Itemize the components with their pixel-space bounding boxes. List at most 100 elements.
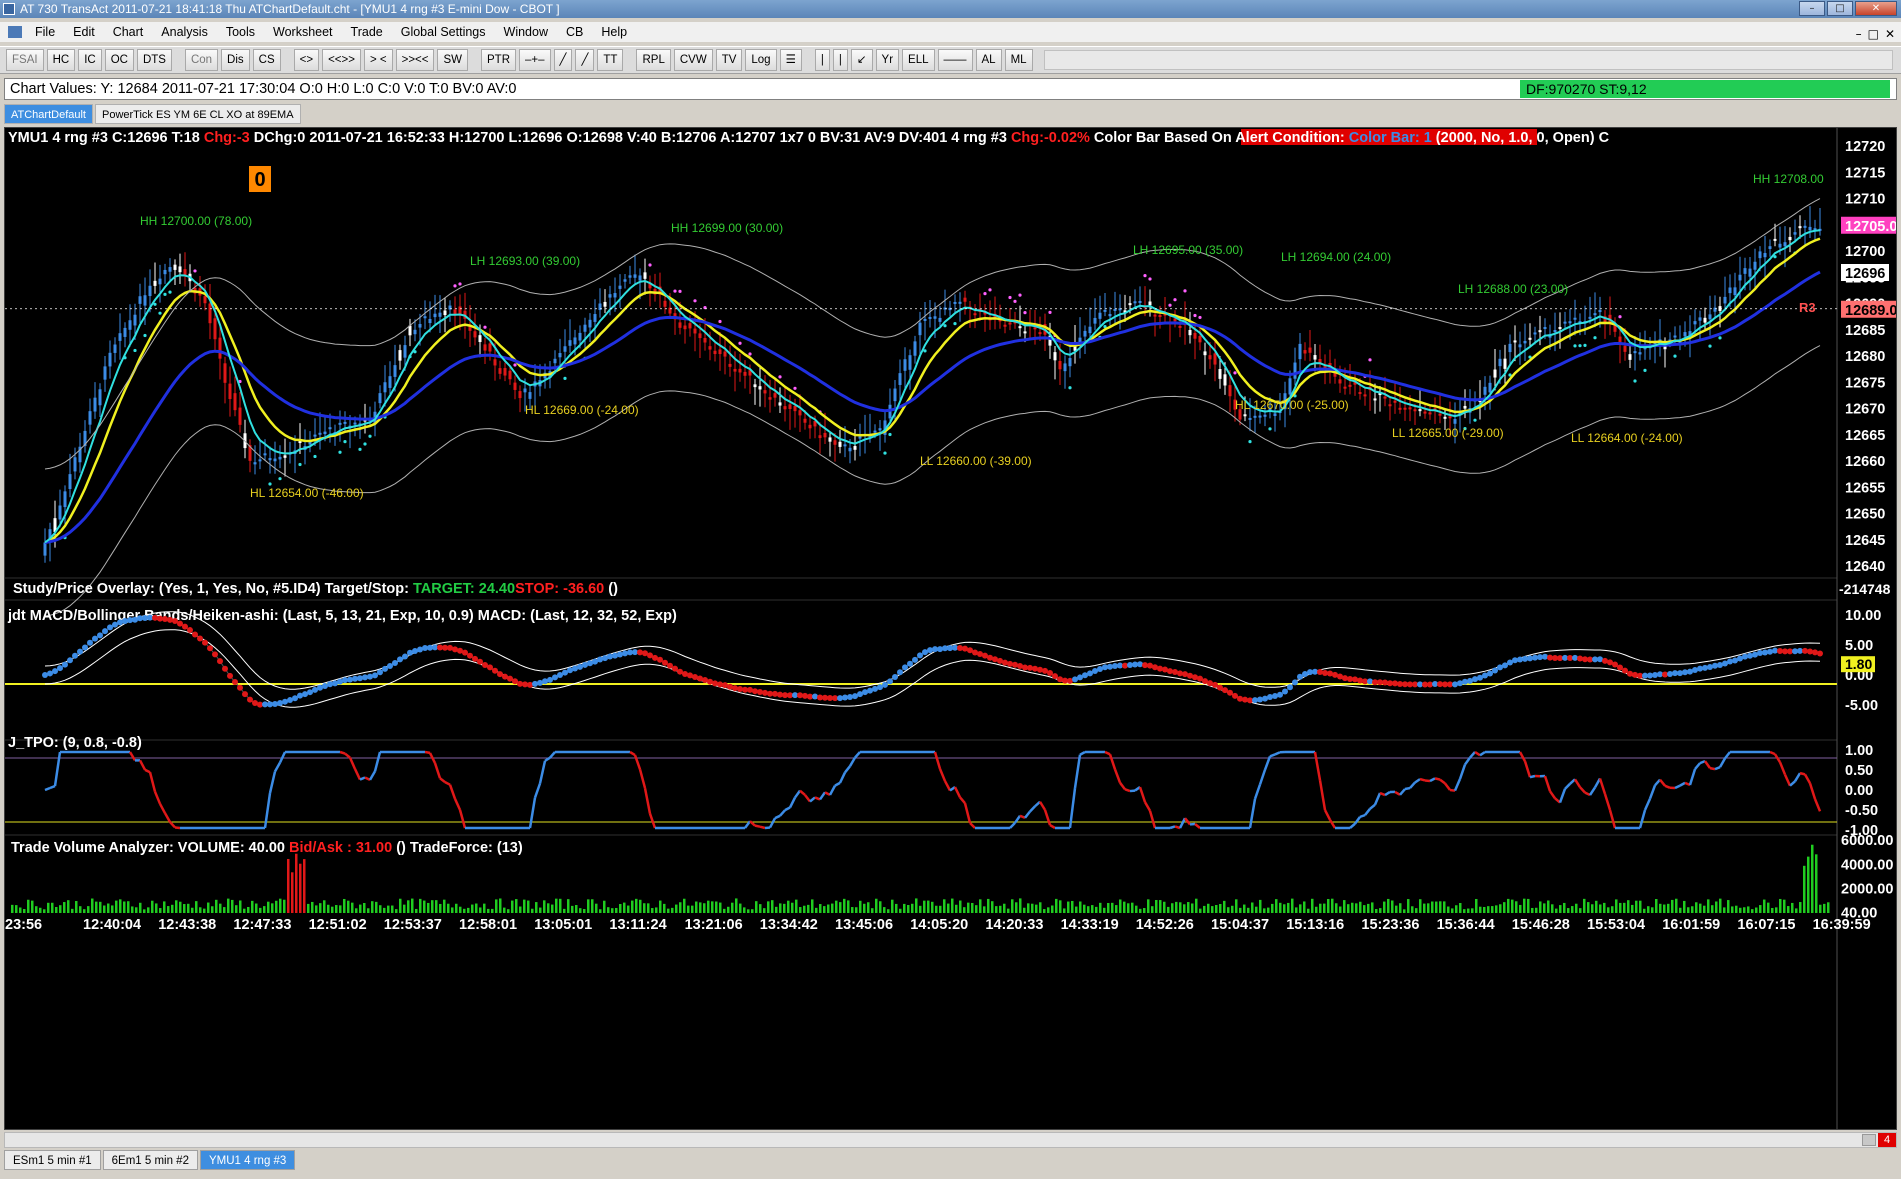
tab-powertick[interactable]: PowerTick ES YM 6E CL XO at 89EMA <box>95 104 301 124</box>
toolbar-button-5[interactable]: Con <box>184 49 219 71</box>
tpo-segment <box>754 824 761 828</box>
mdi-minimize-button[interactable]: – <box>1856 24 1862 44</box>
menu-trade[interactable]: Trade <box>342 22 392 42</box>
toolbar-button-4[interactable]: DTS <box>136 49 172 71</box>
menu-bar: File Edit Chart Analysis Tools Worksheet… <box>0 22 1901 42</box>
toolbar-button-30[interactable]: ML <box>1004 49 1033 71</box>
tpo-segment <box>1789 780 1796 787</box>
volume-bar <box>1319 903 1322 913</box>
overlay-axis-value: -214748 <box>1839 581 1891 597</box>
toolbar-button-15[interactable]: ╱ <box>553 49 573 71</box>
signal-dot <box>1633 379 1637 383</box>
volume-bar <box>1691 906 1694 913</box>
toolbar-button-21[interactable]: Log <box>745 49 777 71</box>
macd-dot <box>462 649 468 656</box>
toolbar-button-9[interactable]: <<>> <box>322 49 361 71</box>
toolbar-button-1[interactable]: HC <box>46 49 76 71</box>
price-bar <box>423 316 427 319</box>
menu-edit[interactable]: Edit <box>64 22 104 42</box>
volume-bar <box>995 906 998 913</box>
signal-dot <box>1148 277 1152 281</box>
menu-cb[interactable]: CB <box>557 22 592 42</box>
toolbar-button-24[interactable]: | <box>832 49 848 71</box>
toolbar-button-18[interactable]: RPL <box>636 49 671 71</box>
price-bar <box>1343 386 1347 389</box>
toolbar-button-12[interactable]: SW <box>437 49 469 71</box>
title-bar: AT 730 TransAct 2011-07-21 18:41:18 Thu … <box>0 0 1901 18</box>
menu-global-settings[interactable]: Global Settings <box>392 22 495 42</box>
signal-dot <box>193 269 197 273</box>
volume-bar <box>1507 898 1510 913</box>
menu-chart[interactable]: Chart <box>104 22 153 42</box>
toolbar-button-16[interactable]: ╱ <box>575 49 595 71</box>
price-bar <box>478 335 482 343</box>
volume-bar <box>535 902 538 913</box>
toolbar-button-26[interactable]: Yr <box>875 49 900 71</box>
price-bar <box>1498 358 1502 367</box>
mdi-close-button[interactable]: ✕ <box>1885 24 1895 44</box>
tab-esm1[interactable]: ESm1 5 min #1 <box>4 1150 101 1170</box>
signal-dot <box>313 454 317 459</box>
price-bar <box>1418 409 1422 412</box>
toolbar-button-2[interactable]: IC <box>78 49 102 71</box>
price-bar <box>1633 351 1637 354</box>
toolbar-button-3[interactable]: OC <box>104 49 134 71</box>
price-bar <box>1063 363 1067 372</box>
tab-6em1[interactable]: 6Em1 5 min #2 <box>102 1150 198 1170</box>
minimize-button[interactable]: – <box>1799 1 1825 16</box>
chart-area[interactable]: 1272012715127101270512700126951269012685… <box>4 127 1897 1130</box>
menu-window[interactable]: Window <box>495 22 557 42</box>
toolbar-button-10[interactable]: > < <box>363 49 393 71</box>
toolbar-button-13[interactable]: PTR <box>481 49 517 71</box>
price-bar <box>403 345 407 358</box>
menu-help[interactable]: Help <box>592 22 636 42</box>
price-bar <box>443 310 447 316</box>
tab-atchartdefault[interactable]: ATChartDefault <box>4 104 93 124</box>
macd-dot <box>1677 670 1683 677</box>
toolbar-button-29[interactable]: AL <box>975 49 1002 71</box>
volume-bar <box>1163 901 1166 913</box>
price-tag-level: 12689.0 <box>1845 303 1897 319</box>
price-bar <box>1083 330 1087 337</box>
menu-analysis[interactable]: Analysis <box>152 22 217 42</box>
toolbar-button-22[interactable]: ☰ <box>779 49 802 71</box>
price-bar <box>393 365 397 377</box>
maximize-button[interactable]: □ <box>1827 1 1853 16</box>
toolbar-button-7[interactable]: CS <box>252 49 281 71</box>
horizontal-scrollbar[interactable]: 4 <box>4 1132 1897 1148</box>
menu-tools[interactable]: Tools <box>217 22 264 42</box>
tab-ymu1[interactable]: YMU1 4 rng #3 <box>199 1150 296 1170</box>
menu-worksheet[interactable]: Worksheet <box>264 22 342 42</box>
toolbar-button-28[interactable]: —— <box>937 49 973 71</box>
volume-bar <box>1147 899 1150 913</box>
signal-dot <box>793 386 797 390</box>
price-bar <box>643 272 647 279</box>
volume-bar <box>823 906 826 913</box>
scroll-thumb[interactable] <box>1862 1134 1876 1146</box>
toolbar-button-6[interactable]: Dis <box>221 49 250 71</box>
close-button[interactable]: ✕ <box>1855 1 1897 16</box>
toolbar-button-11[interactable]: >><< <box>395 49 435 71</box>
toolbar-button-8[interactable]: <> <box>293 49 320 71</box>
toolbar-button-25[interactable]: ↙ <box>850 49 873 71</box>
toolbar-button-23[interactable]: | <box>814 49 830 71</box>
tpo-segment <box>174 826 181 830</box>
volume-bar <box>1519 904 1522 913</box>
toolbar-button-14[interactable]: –+– <box>519 49 551 71</box>
price-bar <box>428 318 432 324</box>
toolbar-button-20[interactable]: TV <box>715 49 743 71</box>
chart-canvas[interactable]: 1272012715127101270512700126951269012685… <box>5 128 1897 1130</box>
document-icon[interactable] <box>8 26 22 38</box>
toolbar-button-19[interactable]: CVW <box>673 49 713 71</box>
volume-bar <box>1499 904 1502 913</box>
tpo-segment <box>1803 773 1812 784</box>
price-bar <box>238 407 242 425</box>
volume-bar <box>1467 908 1470 913</box>
toolbar-button-17[interactable]: TT <box>597 49 624 71</box>
toolbar-button-0[interactable]: FSAI <box>6 49 44 71</box>
volume-bar <box>247 906 250 913</box>
toolbar-button-27[interactable]: ELL <box>902 49 935 71</box>
scroll-badge: 4 <box>1878 1133 1896 1147</box>
mdi-restore-button[interactable]: □ <box>1868 24 1879 44</box>
menu-file[interactable]: File <box>26 22 64 42</box>
